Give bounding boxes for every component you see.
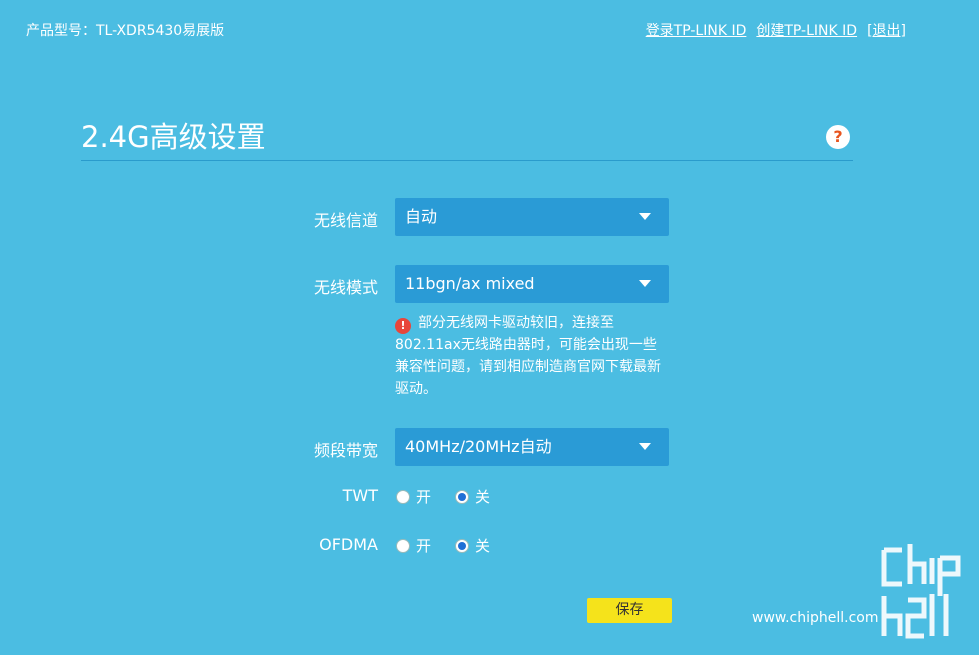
chiphell-logo-icon <box>881 544 961 639</box>
top-bar: 产品型号：TL-XDR5430易展版 登录TP-LINK ID 创建TP-LIN… <box>26 20 906 40</box>
twt-on-label: 开 <box>416 488 432 506</box>
ofdma-label: OFDMA <box>319 535 378 554</box>
product-model: 产品型号：TL-XDR5430易展版 <box>26 23 225 39</box>
bandwidth-value: 40MHz/20MHz自动 <box>405 437 552 456</box>
warning-icon: ! <box>395 318 411 334</box>
create-tplink-id-link[interactable]: 创建TP-LINK ID <box>756 20 857 40</box>
mode-value: 11bgn/ax mixed <box>405 274 535 293</box>
channel-value: 自动 <box>405 207 438 226</box>
bandwidth-label: 频段带宽 <box>313 441 378 460</box>
chevron-down-icon <box>639 443 651 450</box>
warning-text: 部分无线网卡驱动较旧，连接至802.11ax无线路由器时，可能会出现一些兼容性问… <box>395 315 661 397</box>
mode-select[interactable]: 11bgn/ax mixed <box>395 265 669 303</box>
ofdma-on-label: 开 <box>416 537 432 555</box>
twt-on-radio[interactable] <box>396 489 410 504</box>
ofdma-on-radio[interactable] <box>396 538 410 553</box>
title-divider <box>81 160 853 161</box>
channel-label: 无线信道 <box>313 211 378 230</box>
save-button[interactable]: 保存 <box>587 598 672 623</box>
help-icon[interactable]: ? <box>826 125 850 149</box>
twt-label: TWT <box>342 486 378 505</box>
ofdma-off-radio[interactable] <box>455 538 470 553</box>
chevron-down-icon <box>639 280 651 287</box>
ofdma-off-label: 关 <box>475 537 491 555</box>
channel-select[interactable]: 自动 <box>395 198 669 236</box>
logout-link[interactable]: [退出] <box>867 20 906 40</box>
watermark-url: www.chiphell.com <box>752 610 879 626</box>
mode-label: 无线模式 <box>313 278 378 297</box>
ofdma-radio-group: 开 关 <box>396 535 514 556</box>
chevron-down-icon <box>639 213 651 220</box>
twt-off-label: 关 <box>475 488 491 506</box>
twt-off-radio[interactable] <box>455 489 470 504</box>
compatibility-warning: ! 部分无线网卡驱动较旧，连接至802.11ax无线路由器时，可能会出现一些兼容性… <box>395 312 670 400</box>
login-tplink-id-link[interactable]: 登录TP-LINK ID <box>646 20 747 40</box>
page-title: 2.4G高级设置 <box>81 120 266 154</box>
account-links: 登录TP-LINK ID 创建TP-LINK ID [退出] <box>646 20 906 40</box>
twt-radio-group: 开 关 <box>396 486 514 507</box>
bandwidth-select[interactable]: 40MHz/20MHz自动 <box>395 428 669 466</box>
